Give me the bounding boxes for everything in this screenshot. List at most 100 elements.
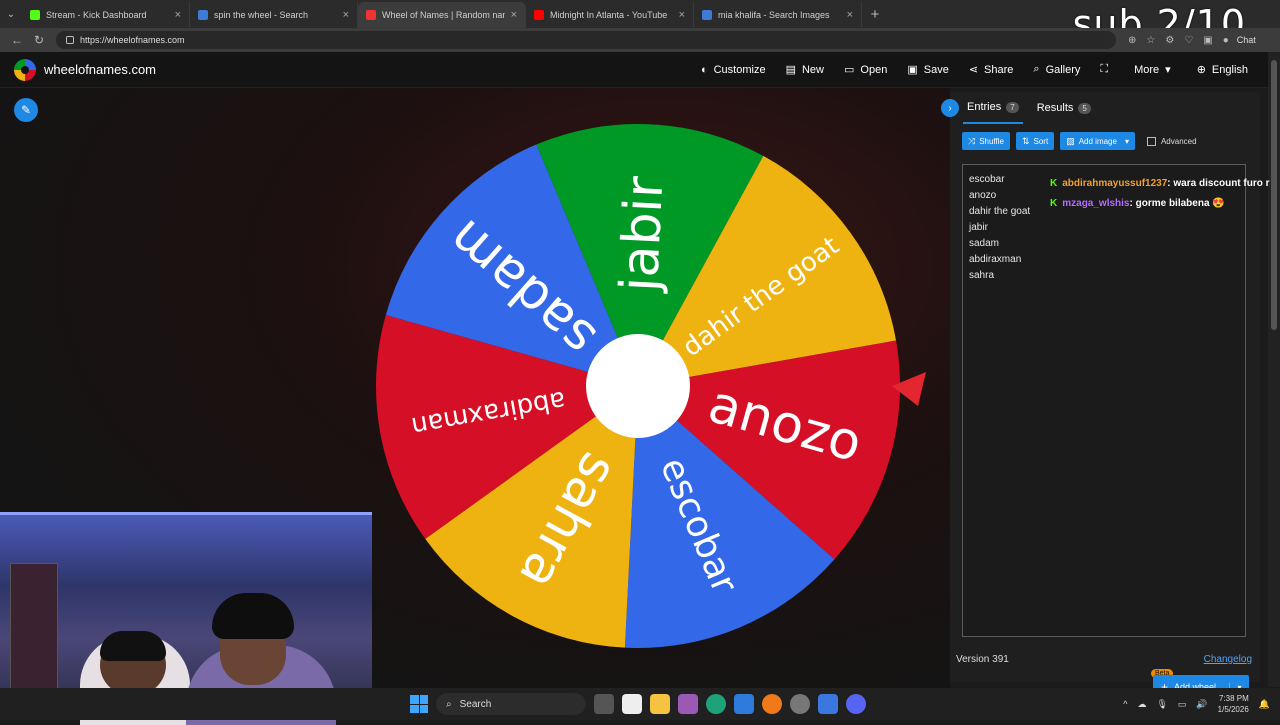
tab-entries[interactable]: Entries 7 — [963, 92, 1023, 124]
browser-tab[interactable]: spin the wheel - Search × — [190, 2, 358, 28]
browser-tab[interactable]: Stream - Kick Dashboard × — [22, 2, 190, 28]
taskbar-apps: ⌕ Search — [410, 688, 866, 720]
taskbar-search[interactable]: ⌕ Search — [436, 693, 586, 715]
entry-line[interactable]: abdiraxman — [969, 253, 1239, 269]
file-explorer-icon[interactable] — [650, 694, 670, 714]
nav-english-button[interactable]: ⊕ English — [1187, 63, 1258, 77]
collapse-panel-icon[interactable]: › — [941, 99, 959, 117]
collections-icon[interactable]: ▣ — [1203, 35, 1212, 46]
changelog-link[interactable]: Changelog — [1204, 654, 1252, 665]
name-wheel[interactable]: jabir dahir the goatanozoescobarsahraabdi… — [350, 110, 930, 670]
close-icon[interactable]: × — [847, 9, 853, 21]
scrollbar-thumb[interactable] — [1271, 60, 1277, 330]
shuffle-button[interactable]: ⤨ Shuffle — [962, 132, 1010, 150]
network-icon[interactable]: ▭ — [1178, 699, 1187, 710]
favorites-bar-icon[interactable]: ♡ — [1184, 35, 1193, 46]
tab-results[interactable]: Results 5 — [1033, 92, 1095, 124]
nav-label: Share — [984, 63, 1014, 76]
microphone-icon[interactable]: 🎙 — [1156, 699, 1167, 710]
folder-icon: ▭ — [844, 64, 855, 76]
refresh-icon[interactable]: ↻ — [28, 33, 50, 47]
site-name: wheelofnames.com — [44, 62, 156, 77]
edit-pencil-icon[interactable]: ✎ — [14, 98, 38, 122]
site-navbar: wheelofnames.com ◐ Customize ▤ New ▭ Open ▣ Sav… — [0, 52, 1268, 88]
sort-button[interactable]: ⇅ Sort — [1015, 132, 1055, 150]
browser-tab-label: Wheel of Names | Random name p — [382, 10, 505, 20]
sort-icon: ⇅ — [1021, 135, 1030, 146]
onedrive-icon[interactable]: ☁ — [1137, 699, 1146, 710]
browser-tab-label: Midnight In Atlanta - YouTube — [550, 10, 668, 20]
word-icon[interactable] — [622, 694, 642, 714]
checkbox-box[interactable] — [1146, 136, 1156, 146]
nav-fullscreen-button[interactable]: ⛶ — [1090, 63, 1124, 76]
new-tab-button[interactable]: + — [862, 6, 888, 23]
notification-icon[interactable]: 🔔 — [1259, 699, 1270, 710]
firefox-icon[interactable] — [762, 694, 782, 714]
store-icon[interactable] — [678, 694, 698, 714]
nav-more-button[interactable]: More ▾ — [1124, 63, 1187, 77]
discord-icon[interactable] — [846, 694, 866, 714]
site-logo[interactable]: wheelofnames.com — [14, 58, 156, 81]
obs-icon[interactable] — [790, 694, 810, 714]
tab-list-button[interactable]: ⌄ — [0, 0, 22, 28]
copilot-chat-button[interactable]: Chat — [1237, 35, 1256, 45]
add-image-button[interactable]: ▨ Add image ▾ — [1060, 132, 1135, 150]
webcam-person-left-hair — [100, 631, 166, 661]
copilot-icon[interactable] — [734, 694, 754, 714]
browser-tab-label: spin the wheel - Search — [214, 10, 309, 20]
close-icon[interactable]: × — [679, 9, 685, 21]
browser-tab[interactable]: Wheel of Names | Random name p × — [358, 2, 526, 28]
url-bar[interactable]: https://wheelofnames.com — [56, 31, 1116, 49]
advanced-checkbox[interactable]: Advanced — [1146, 136, 1197, 146]
read-aloud-icon[interactable]: ⊕ — [1128, 35, 1136, 46]
nav-label: Gallery — [1045, 63, 1081, 76]
nav-share-button[interactable]: ⋖ Share — [959, 63, 1024, 77]
nav-open-button[interactable]: ▭ Open — [834, 63, 897, 77]
browser-tab[interactable]: mia khalifa - Search Images × — [694, 2, 862, 28]
panel-footer: Version 391 Changelog — [956, 654, 1252, 665]
chat-username: mzaga_wlshis — [1062, 198, 1130, 209]
browser-tab[interactable]: Midnight In Atlanta - YouTube × — [526, 2, 694, 28]
close-icon[interactable]: × — [343, 9, 349, 21]
nav-customize-button[interactable]: ◐ Customize — [691, 64, 776, 76]
site-menu: ◐ Customize ▤ New ▭ Open ▣ Save ⋖ Share ⌕ Gallery ⛶ M… — [691, 63, 1258, 76]
tab-entries-label: Entries — [967, 101, 1002, 113]
fullscreen-icon: ⛶ — [1100, 63, 1109, 75]
taskbar-clock[interactable]: 7:38 PM 1/5/2026 — [1218, 693, 1249, 715]
app-icon[interactable] — [818, 694, 838, 714]
clock-time: 7:38 PM — [1218, 694, 1249, 703]
edge-icon[interactable] — [706, 694, 726, 714]
volume-icon[interactable]: 🔊 — [1196, 699, 1207, 710]
windows-taskbar: ⌕ Search ^ ☁ 🎙 ▭ 🔊 7:38 PM 1/5/2026 🔔 — [0, 688, 1280, 720]
back-icon[interactable]: ← — [6, 33, 28, 47]
palette-icon: ◐ — [700, 63, 708, 76]
wheel-center-hub[interactable] — [586, 334, 690, 438]
nav-save-button[interactable]: ▣ Save — [897, 63, 958, 77]
page-scrollbar[interactable] — [1268, 52, 1280, 687]
favorite-icon[interactable]: ☆ — [1146, 35, 1155, 46]
browser-tab-label: mia khalifa - Search Images — [718, 10, 830, 20]
windows-start-icon[interactable] — [410, 695, 428, 713]
lock-icon — [66, 36, 74, 44]
entry-line[interactable]: sahra — [969, 269, 1239, 285]
nav-label: New — [801, 63, 824, 76]
nav-gallery-button[interactable]: ⌕ Gallery — [1023, 63, 1090, 76]
search-icon — [702, 10, 712, 20]
task-view-icon[interactable] — [594, 694, 614, 714]
nav-label: Save — [923, 63, 949, 76]
entries-toolbar: ⤨ Shuffle ⇅ Sort ▨ Add image ▾ Advanced — [962, 132, 1260, 150]
extensions-icon[interactable]: ⚙ — [1165, 35, 1174, 46]
save-icon: ▣ — [907, 64, 918, 76]
clock-date: 1/5/2026 — [1217, 705, 1249, 714]
kick-badge-icon: K — [1050, 178, 1058, 189]
nav-new-button[interactable]: ▤ New — [776, 63, 834, 77]
chevron-up-icon[interactable]: ^ — [1123, 699, 1127, 709]
search-icon: ⌕ — [1033, 63, 1040, 75]
profile-avatar[interactable]: ● — [1223, 35, 1229, 46]
close-icon[interactable]: × — [175, 9, 181, 21]
image-icon: ▨ — [1066, 135, 1075, 146]
close-icon[interactable]: × — [511, 9, 517, 21]
entry-line[interactable]: jabir — [969, 221, 1239, 237]
entry-line[interactable]: sadam — [969, 237, 1239, 253]
entries-textarea[interactable]: escobar anozo dahir the goat jabir sadam abdi… — [962, 164, 1249, 699]
